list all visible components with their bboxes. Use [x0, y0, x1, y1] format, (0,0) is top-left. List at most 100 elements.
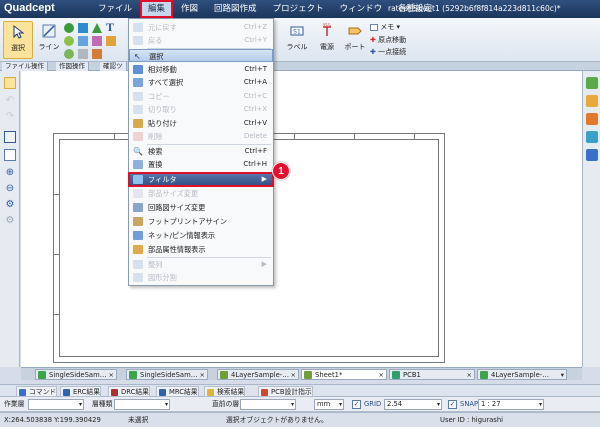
rect-icon[interactable]	[78, 36, 88, 46]
edit-menu-net-pin-info[interactable]: ネット/ピン情報表示	[129, 229, 273, 242]
select-all-icon	[133, 78, 143, 87]
doc-tab-active[interactable]: Sheet1* ×	[301, 369, 387, 380]
cursor-icon: ↖	[134, 52, 141, 61]
edit-menu-split-shape[interactable]: 図形分割	[129, 271, 273, 284]
edit-menu-relative-move[interactable]: 相対移動 Ctrl+T	[129, 63, 273, 76]
snap-select[interactable]: 1 : 27 ▾	[478, 399, 544, 410]
grid-select[interactable]: 2.54 ▾	[384, 399, 442, 410]
text-tool-icon[interactable]: T	[106, 20, 114, 35]
menu-edit[interactable]: 編集	[140, 0, 174, 18]
doc-tab[interactable]: 4LayerSample-… ×	[217, 369, 299, 380]
snap-checkbox[interactable]: ✓	[448, 400, 457, 409]
menu-draw[interactable]: 作図	[173, 0, 206, 18]
save-icon[interactable]	[4, 131, 16, 143]
one-point-connect-button[interactable]: ✚ 一点接続	[370, 47, 406, 57]
edit-menu-paste[interactable]: 貼り付け Ctrl+V	[129, 117, 273, 130]
line-icon	[41, 23, 57, 39]
memo-button[interactable]: メモ ▾	[370, 22, 400, 32]
port-button[interactable]: ポート	[340, 21, 370, 59]
close-icon[interactable]: ×	[200, 370, 205, 379]
chevron-down-icon[interactable]: ▾	[561, 370, 564, 379]
edit-menu-footprint-assign[interactable]: フットプリントアサイン	[129, 215, 273, 228]
edit-menu-sheet-resize[interactable]: 回路図サイズ変更	[129, 201, 273, 214]
sheet-list-icon[interactable]	[586, 149, 598, 161]
gear-icon[interactable]: ⚙	[4, 199, 16, 211]
panel-tab-mrc[interactable]: MRC結果	[156, 386, 199, 397]
group-icon[interactable]	[64, 49, 74, 59]
print-icon[interactable]	[4, 149, 16, 161]
origin-move-button[interactable]: ✚ 原点移動	[370, 35, 406, 45]
close-icon[interactable]: ×	[467, 370, 472, 379]
triangle-icon[interactable]	[92, 23, 102, 33]
close-icon[interactable]: ×	[109, 370, 114, 379]
panel-tab-search-result[interactable]: 検索結果	[204, 386, 246, 397]
drawing-canvas[interactable]	[21, 71, 582, 367]
ribbon-tab-file-ops[interactable]: ファイル操作	[2, 62, 48, 71]
edit-menu-select-all[interactable]: すべて選択 Ctrl+A	[129, 76, 273, 89]
edit-menu-redo[interactable]: 戻る Ctrl+Y	[129, 34, 273, 47]
panel-tab-command[interactable]: コマンド	[16, 386, 58, 397]
prev-layer-select[interactable]: ▾	[240, 399, 296, 410]
arc-icon[interactable]	[78, 23, 88, 33]
edit-menu-undo[interactable]: 元に戻す Ctrl+Z	[129, 21, 273, 34]
navigator-icon[interactable]	[586, 131, 598, 143]
layer-icon[interactable]	[586, 77, 598, 89]
grid-label: GRID	[364, 400, 382, 408]
net-label-button[interactable]: S1 ラベル	[282, 21, 312, 59]
menu-window[interactable]: ウィンドウ	[332, 0, 391, 18]
copy-icon	[133, 92, 143, 101]
library-icon[interactable]	[586, 113, 598, 125]
ribbon-tab-check-tools[interactable]: 確認ツ	[100, 62, 127, 71]
doc-tab[interactable]: PCB1 ×	[389, 369, 475, 380]
ribbon-tab-draw-ops[interactable]: 作図操作	[56, 62, 89, 71]
property-icon[interactable]	[586, 95, 598, 107]
menu-project[interactable]: プロジェクト	[265, 0, 332, 18]
circle-icon[interactable]	[64, 23, 74, 33]
doc-tab[interactable]: 4LayerSample-… ▾	[477, 369, 567, 380]
zoom-out-icon[interactable]: ⊖	[4, 183, 16, 195]
close-icon[interactable]: ×	[379, 370, 384, 379]
menu-schematic[interactable]: 回路図作成	[206, 0, 265, 18]
doc-tab[interactable]: SingleSideSam… ×	[126, 369, 208, 380]
edit-menu-select[interactable]: ↖ 選択	[129, 49, 273, 62]
close-icon[interactable]: ×	[291, 370, 296, 379]
marker-icon[interactable]	[92, 49, 102, 59]
left-toolbar: ↶ ↷ ⊕ ⊖ ⚙ ⚙	[0, 71, 20, 367]
settings-icon[interactable]: ⚙	[4, 215, 16, 227]
edit-menu-find[interactable]: 🔍 検索 Ctrl+F	[129, 145, 273, 158]
edit-menu-part-attr-info[interactable]: 部品属性情報表示	[129, 243, 273, 256]
net-label-label: ラベル	[286, 43, 308, 51]
edit-menu-part-resize[interactable]: 部品サイズ変更	[129, 187, 273, 200]
grid-checkbox[interactable]: ✓	[352, 400, 361, 409]
panel-tab-drc[interactable]: DRC結果	[108, 386, 150, 397]
chevron-down-icon: ▾	[396, 23, 400, 31]
undo-icon[interactable]: ↶	[4, 95, 16, 107]
paste-icon	[133, 119, 143, 128]
ellipse-icon[interactable]	[64, 36, 74, 46]
cursor-icon[interactable]	[4, 77, 16, 89]
step-callout-badge: 1	[272, 162, 290, 180]
image-icon[interactable]	[106, 36, 116, 46]
edit-menu-delete[interactable]: 削除 Delete	[129, 130, 273, 143]
doc-tab[interactable]: SingleSideSam… ×	[35, 369, 117, 380]
panel-tab-erc[interactable]: ERC結果	[60, 386, 102, 397]
panel-tab-pcb-directive[interactable]: PCB設計指示	[258, 386, 313, 397]
redo-icon[interactable]: ↷	[4, 111, 16, 123]
drc-icon	[111, 389, 118, 396]
edit-menu-align[interactable]: 整列 ▶	[129, 258, 273, 271]
dim-icon[interactable]	[78, 49, 88, 59]
unit-select[interactable]: mm ▾	[314, 399, 344, 410]
layer-select[interactable]: ▾	[28, 399, 84, 410]
select-tool-button[interactable]: 選択	[3, 21, 33, 59]
menu-file[interactable]: ファイル	[90, 0, 140, 18]
power-button[interactable]: VCC 電源	[312, 21, 342, 59]
polygon-icon[interactable]	[92, 36, 102, 46]
selection-status: 未選択	[128, 416, 149, 424]
edit-menu-copy[interactable]: コピー Ctrl+C	[129, 90, 273, 103]
line-tool-button[interactable]: ライン	[34, 21, 64, 59]
edit-menu-replace[interactable]: 置換 Ctrl+H	[129, 158, 273, 171]
edit-menu-filter[interactable]: フィルタ ▶	[128, 172, 274, 187]
zoom-in-icon[interactable]: ⊕	[4, 167, 16, 179]
edit-menu-cut[interactable]: 切り取り Ctrl+X	[129, 103, 273, 116]
layer-type-select[interactable]: ▾	[114, 399, 170, 410]
